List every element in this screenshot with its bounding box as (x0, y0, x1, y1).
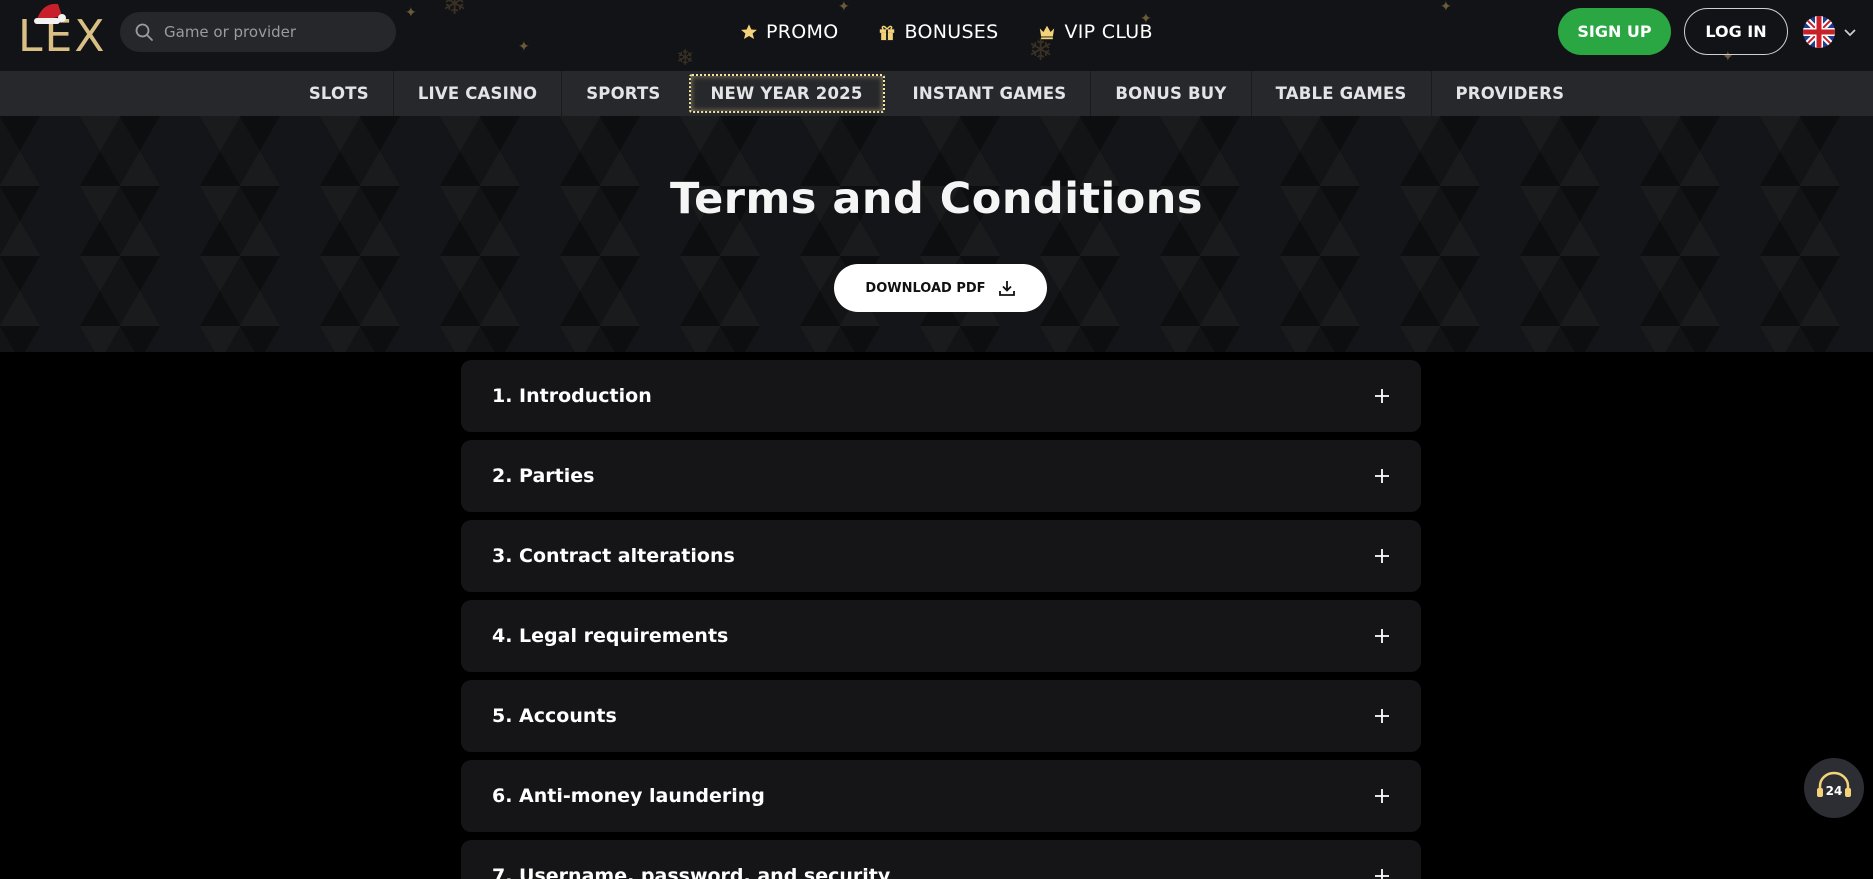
accordion-title: 1. Introduction (492, 385, 652, 407)
site-header: ✦ ❄ ✦ ❄ ✦ ❄ ✦ ✦ ✦ LEX PROMO (0, 0, 1873, 71)
nav-promo-label: PROMO (766, 21, 839, 43)
snowflake-decoration: ❄ (442, 0, 468, 22)
plus-icon (1375, 469, 1389, 483)
santa-hat-icon (34, 3, 66, 24)
plus-icon (1375, 789, 1389, 803)
page-hero: Terms and Conditions DOWNLOAD PDF (0, 116, 1873, 352)
nav-promo[interactable]: PROMO (740, 21, 838, 43)
download-icon (998, 281, 1015, 296)
category-slots[interactable]: SLOTS (285, 71, 394, 116)
nav-bonuses[interactable]: BONUSES (878, 21, 998, 43)
plus-icon (1375, 869, 1389, 879)
accordion-title: 3. Contract alterations (492, 545, 735, 567)
page-title: Terms and Conditions (669, 174, 1203, 224)
category-sports[interactable]: SPORTS (562, 71, 684, 116)
language-selector[interactable] (1803, 16, 1857, 48)
crown-icon (1040, 25, 1055, 40)
accordion-item[interactable]: 3. Contract alterations (461, 520, 1421, 592)
star-icon (741, 24, 757, 40)
log-in-button[interactable]: LOG IN (1684, 8, 1788, 55)
accordion-title: 2. Parties (492, 465, 595, 487)
accordion-title: 7. Username, password, and security (492, 865, 891, 879)
category-instant-games[interactable]: INSTANT GAMES (889, 71, 1092, 116)
accordion-item[interactable]: 1. Introduction (461, 360, 1421, 432)
accordion-title: 6. Anti-money laundering (492, 785, 765, 807)
sparkle-decoration: ✦ (405, 5, 417, 21)
category-providers[interactable]: PROVIDERS (1432, 71, 1589, 116)
sparkle-decoration: ✦ (1440, 0, 1452, 15)
site-logo[interactable]: LEX (18, 3, 108, 60)
gift-icon (880, 25, 895, 41)
support-chat-button[interactable]: 24 (1804, 758, 1864, 818)
search-input[interactable] (164, 23, 384, 41)
accordion-item[interactable]: 5. Accounts (461, 680, 1421, 752)
plus-icon (1375, 549, 1389, 563)
chevron-down-icon (1844, 29, 1856, 37)
category-bonus-buy[interactable]: BONUS BUY (1091, 71, 1252, 116)
accordion-item[interactable]: 7. Username, password, and security (461, 840, 1421, 879)
category-table-games[interactable]: TABLE GAMES (1252, 71, 1432, 116)
download-pdf-button[interactable]: DOWNLOAD PDF (834, 264, 1047, 312)
top-navigation: PROMO BONUSES VIP CLUB (740, 0, 1193, 64)
download-pdf-label: DOWNLOAD PDF (865, 280, 986, 296)
category-new-year-2025[interactable]: NEW YEAR 2025 (688, 74, 885, 113)
accordion-title: 4. Legal requirements (492, 625, 729, 647)
search-box[interactable] (120, 12, 396, 52)
plus-icon (1375, 629, 1389, 643)
nav-vip-club-label: VIP CLUB (1064, 21, 1153, 43)
headset-support-icon: 24 (1817, 771, 1851, 798)
accordion-item[interactable]: 6. Anti-money laundering (461, 760, 1421, 832)
plus-icon (1375, 709, 1389, 723)
nav-bonuses-label: BONUSES (904, 21, 999, 43)
accordion-item[interactable]: 4. Legal requirements (461, 600, 1421, 672)
nav-vip-club[interactable]: VIP CLUB (1038, 21, 1153, 43)
terms-accordion: 1. Introduction 2. Parties 3. Contract a… (461, 360, 1421, 879)
sparkle-decoration: ✦ (518, 39, 530, 55)
sign-up-button[interactable]: SIGN UP (1558, 8, 1671, 55)
uk-flag-icon (1803, 16, 1835, 48)
plus-icon (1375, 389, 1389, 403)
accordion-item[interactable]: 2. Parties (461, 440, 1421, 512)
search-icon (135, 23, 153, 41)
accordion-title: 5. Accounts (492, 705, 617, 727)
category-navigation: SLOTS LIVE CASINO SPORTS NEW YEAR 2025 I… (0, 71, 1873, 116)
snowflake-decoration: ❄ (676, 46, 695, 71)
support-badge: 24 (1826, 784, 1843, 798)
category-live-casino[interactable]: LIVE CASINO (394, 71, 563, 116)
